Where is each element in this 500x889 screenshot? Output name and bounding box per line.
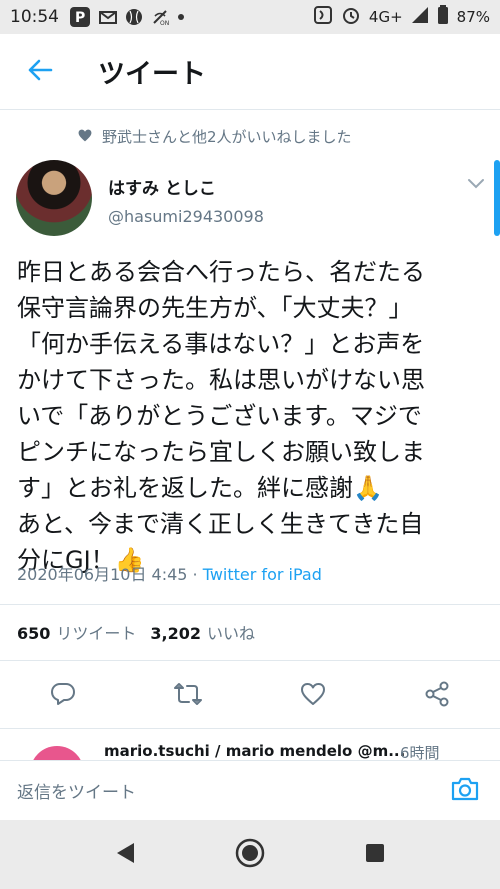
next-reply-item[interactable]: mario.tsuchi / mario mendelo @m... 6時間 <box>0 738 500 760</box>
tweet-date: 2020年06月10日 4:45 · <box>17 565 203 584</box>
network-type: 4G+ <box>368 8 403 26</box>
likes-label: いいね <box>207 624 256 643</box>
svg-text:ON: ON <box>160 20 169 26</box>
status-bar: 10:54 P ON 4G+ 87% <box>0 0 500 34</box>
divider <box>0 728 500 729</box>
triangle-back-icon <box>114 841 136 869</box>
like-button[interactable] <box>297 680 329 712</box>
nav-home-button[interactable] <box>235 838 265 872</box>
status-time: 10:54 <box>10 7 59 27</box>
cell-signal-icon <box>411 6 429 28</box>
nav-back-button[interactable] <box>110 840 140 870</box>
camera-icon <box>450 776 480 806</box>
nav-recents-button[interactable] <box>360 840 390 870</box>
tweet-actions <box>0 672 500 718</box>
system-nav-bar <box>0 820 500 889</box>
battery-icon <box>437 5 449 29</box>
baseball-icon <box>125 8 143 26</box>
retweet-icon <box>173 682 203 710</box>
heart-icon <box>300 682 326 710</box>
reply-input[interactable]: 返信をツイート <box>17 778 448 803</box>
signal-on-icon: ON <box>151 8 169 26</box>
tweet-menu-caret[interactable] <box>465 172 487 194</box>
nfc-icon <box>313 5 333 29</box>
reply-author: mario.tsuchi / mario mendelo @m... <box>104 742 406 760</box>
back-button[interactable] <box>20 52 60 92</box>
reply-button[interactable] <box>47 680 79 712</box>
battery-percent: 87% <box>456 8 490 26</box>
camera-button[interactable] <box>448 774 482 808</box>
back-arrow-icon <box>27 58 53 86</box>
heart-small-icon <box>78 128 92 146</box>
mail-notification-icon <box>99 9 117 25</box>
divider <box>0 604 500 605</box>
square-recents-icon <box>364 842 386 868</box>
scrollbar-thumb[interactable] <box>494 160 500 236</box>
liked-by-context[interactable]: 野武士さんと他2人がいいねしました <box>78 126 352 147</box>
divider <box>0 660 500 661</box>
likes-count: 3,202 <box>150 624 202 643</box>
page-title: ツイート <box>98 59 206 90</box>
tweet-timestamp: 2020年06月10日 4:45 · Twitter for iPad <box>17 561 322 585</box>
retweets-count: 650 <box>17 624 51 643</box>
reply-avatar[interactable] <box>30 746 84 760</box>
alarm-icon <box>341 5 361 29</box>
retweet-button[interactable] <box>172 680 204 712</box>
tweet-stats: 650 リツイート 3,202 いいね <box>17 620 255 644</box>
share-button[interactable] <box>421 680 453 712</box>
retweets-label: リツイート <box>56 624 137 643</box>
app-bar: ツイート <box>0 34 500 110</box>
tweet-body: 昨日とある会合へ行ったら、名だたる 保守言論界の先生方が、「大丈夫？」 「何か手… <box>17 258 425 574</box>
dot-icon <box>177 13 185 21</box>
p-app-icon: P <box>69 6 91 28</box>
tweet-source-link[interactable]: Twitter for iPad <box>203 565 322 584</box>
liked-by-text: 野武士さんと他2人がいいねしました <box>102 128 352 146</box>
retweets-stat[interactable]: 650 リツイート <box>17 620 136 644</box>
svg-text:P: P <box>75 10 85 26</box>
reply-icon <box>50 682 76 710</box>
share-icon <box>424 681 450 711</box>
circle-home-icon <box>235 838 265 872</box>
chevron-down-icon <box>465 179 487 198</box>
status-right: 4G+ 87% <box>313 5 490 29</box>
author-display-name[interactable]: はすみ としこ <box>108 174 216 199</box>
reply-composer-bar: 返信をツイート <box>0 760 500 820</box>
author-avatar[interactable] <box>16 160 92 236</box>
reply-time: 6時間 <box>400 744 440 760</box>
likes-stat[interactable]: 3,202 いいね <box>150 620 255 644</box>
author-handle[interactable]: @hasumi29430098 <box>108 207 264 226</box>
